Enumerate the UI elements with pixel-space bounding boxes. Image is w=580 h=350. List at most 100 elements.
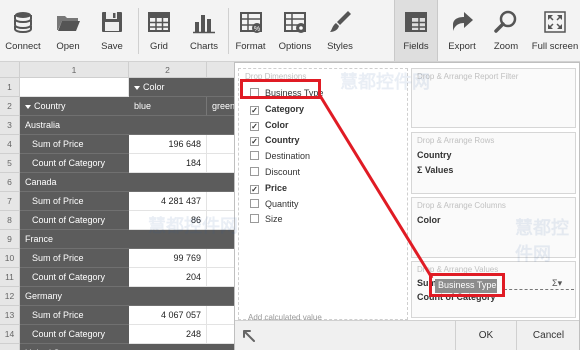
rows-dropzone[interactable]: Drop & Arrange Rows Country Σ Values — [411, 132, 576, 194]
connect-button[interactable]: Connect — [0, 0, 46, 61]
fields-icon — [405, 12, 427, 32]
zoom-button[interactable]: Zoom — [486, 0, 526, 61]
columns-title: Drop & Arrange Columns — [417, 201, 506, 210]
field-item[interactable]: ✓ Category — [250, 102, 304, 116]
export-button[interactable]: Export — [441, 0, 483, 61]
color-value-header[interactable]: green — [207, 97, 235, 116]
row-number: 13 — [0, 306, 20, 325]
checkbox-icon[interactable] — [250, 151, 259, 161]
grid-empty-cell — [20, 78, 129, 97]
value-cell[interactable] — [207, 249, 235, 268]
checkbox-icon[interactable] — [250, 198, 259, 208]
value-cell[interactable]: 4 281 437 — [129, 192, 207, 211]
color-field-header[interactable]: Color — [129, 78, 235, 97]
country-row-header[interactable]: Germany — [20, 287, 235, 306]
measure-row-header[interactable]: Sum of Price — [20, 306, 129, 325]
format-icon: % — [239, 12, 262, 33]
measure-row-header[interactable]: Count of Category — [20, 211, 129, 230]
dimensions-list: Drop Dimensions Business Type ✓ Category ✓ C… — [238, 68, 408, 322]
country-row-header[interactable]: Canada — [20, 173, 235, 192]
row-number: 5 — [0, 154, 20, 173]
value-cell[interactable]: 86 — [129, 211, 207, 230]
database-icon — [14, 12, 32, 34]
folder-icon — [57, 16, 80, 31]
value-cell[interactable] — [207, 154, 235, 173]
value-cell[interactable] — [207, 325, 235, 344]
country-row-header[interactable]: United Sta... — [20, 344, 235, 350]
field-item[interactable]: ✓ Price — [250, 181, 287, 195]
measure-row-header[interactable]: Count of Category — [20, 154, 129, 173]
row-number: 10 — [0, 249, 20, 268]
report-filter-title: Drop & Arrange Report Filter — [417, 72, 519, 81]
columns-dropzone[interactable]: Drop & Arrange Columns Color — [411, 197, 576, 258]
country-row-header[interactable]: France — [20, 230, 235, 249]
field-item[interactable]: ✓ Country — [250, 133, 300, 147]
field-label: Discount — [265, 167, 301, 177]
field-item[interactable]: Quantity — [250, 197, 299, 211]
fields-dialog: Drop Dimensions Business Type ✓ Category ✓ C… — [234, 62, 580, 350]
charts-button[interactable]: Charts — [183, 0, 225, 61]
checkbox-checked-icon[interactable]: ✓ — [250, 184, 259, 194]
columns-item[interactable]: Color — [417, 215, 441, 225]
checkbox-checked-icon[interactable]: ✓ — [250, 105, 259, 115]
sigma-menu-icon[interactable]: Σ▾ — [552, 278, 562, 289]
column-header[interactable] — [207, 62, 235, 78]
styles-button[interactable]: Styles — [319, 0, 361, 61]
measure-row-header[interactable]: Count of Category — [20, 268, 129, 287]
field-item[interactable]: Destination — [250, 149, 310, 163]
resize-arrow-icon[interactable] — [240, 327, 256, 343]
column-header[interactable]: 2 — [129, 62, 207, 78]
row-number: 1 — [0, 78, 20, 97]
row-number: 11 — [0, 268, 20, 287]
rows-item[interactable]: Σ Values — [417, 165, 453, 175]
value-cell[interactable] — [207, 306, 235, 325]
cancel-button[interactable]: Cancel — [516, 321, 580, 350]
field-item[interactable]: Discount — [250, 165, 300, 179]
color-value-header[interactable]: blue — [129, 97, 207, 116]
measure-row-header[interactable]: Sum of Price — [20, 192, 129, 211]
value-cell[interactable]: 4 067 057 — [129, 306, 207, 325]
field-item[interactable]: Size — [250, 212, 283, 226]
measure-row-header[interactable]: Count of Category — [20, 325, 129, 344]
measure-row-header[interactable]: Sum of Price — [20, 249, 129, 268]
dialog-footer: OK Cancel — [235, 320, 579, 350]
checkbox-checked-icon[interactable]: ✓ — [250, 137, 259, 147]
ok-button[interactable]: OK — [455, 321, 516, 350]
rows-item[interactable]: Country — [417, 150, 452, 160]
checkbox-icon[interactable] — [250, 167, 259, 176]
field-label: Quantity — [265, 198, 299, 209]
value-cell[interactable]: 196 648 — [129, 135, 207, 154]
checkbox-icon[interactable] — [250, 214, 259, 224]
save-button[interactable]: Save — [90, 0, 134, 61]
toolbar-separator — [138, 8, 139, 54]
report-filter-dropzone[interactable]: Drop & Arrange Report Filter — [411, 68, 576, 128]
grid-icon — [148, 12, 170, 32]
field-item[interactable]: ✓ Color — [250, 118, 289, 132]
fields-button[interactable]: Fields — [394, 0, 438, 61]
brush-icon — [330, 11, 351, 32]
export-icon — [453, 12, 473, 31]
value-cell[interactable] — [207, 192, 235, 211]
value-cell[interactable] — [207, 135, 235, 154]
country-row-header[interactable]: Australia — [20, 116, 235, 135]
measure-row-header[interactable]: Sum of Price — [20, 135, 129, 154]
format-button[interactable]: % Format — [230, 0, 271, 61]
checkbox-checked-icon[interactable]: ✓ — [250, 121, 259, 131]
pivot-grid: 1 2 1 2 3 4 5 6 7 8 9 10 11 12 13 14 15 … — [0, 62, 235, 350]
value-cell[interactable]: 99 769 — [129, 249, 207, 268]
open-button[interactable]: Open — [46, 0, 90, 61]
value-cell[interactable] — [207, 268, 235, 287]
country-field-header[interactable]: Country — [20, 97, 129, 116]
row-number: 15 — [0, 344, 20, 350]
full-screen-button[interactable]: Full screen — [530, 0, 580, 61]
options-button[interactable]: Options — [273, 0, 317, 61]
row-number: 8 — [0, 211, 20, 230]
value-cell[interactable]: 248 — [129, 325, 207, 344]
grid-button[interactable]: Grid — [140, 0, 178, 61]
value-cell[interactable] — [207, 211, 235, 230]
bar-chart-icon — [193, 15, 215, 34]
value-cell[interactable]: 204 — [129, 268, 207, 287]
column-header[interactable]: 1 — [20, 62, 129, 78]
value-cell[interactable]: 184 — [129, 154, 207, 173]
row-number: 9 — [0, 230, 20, 249]
